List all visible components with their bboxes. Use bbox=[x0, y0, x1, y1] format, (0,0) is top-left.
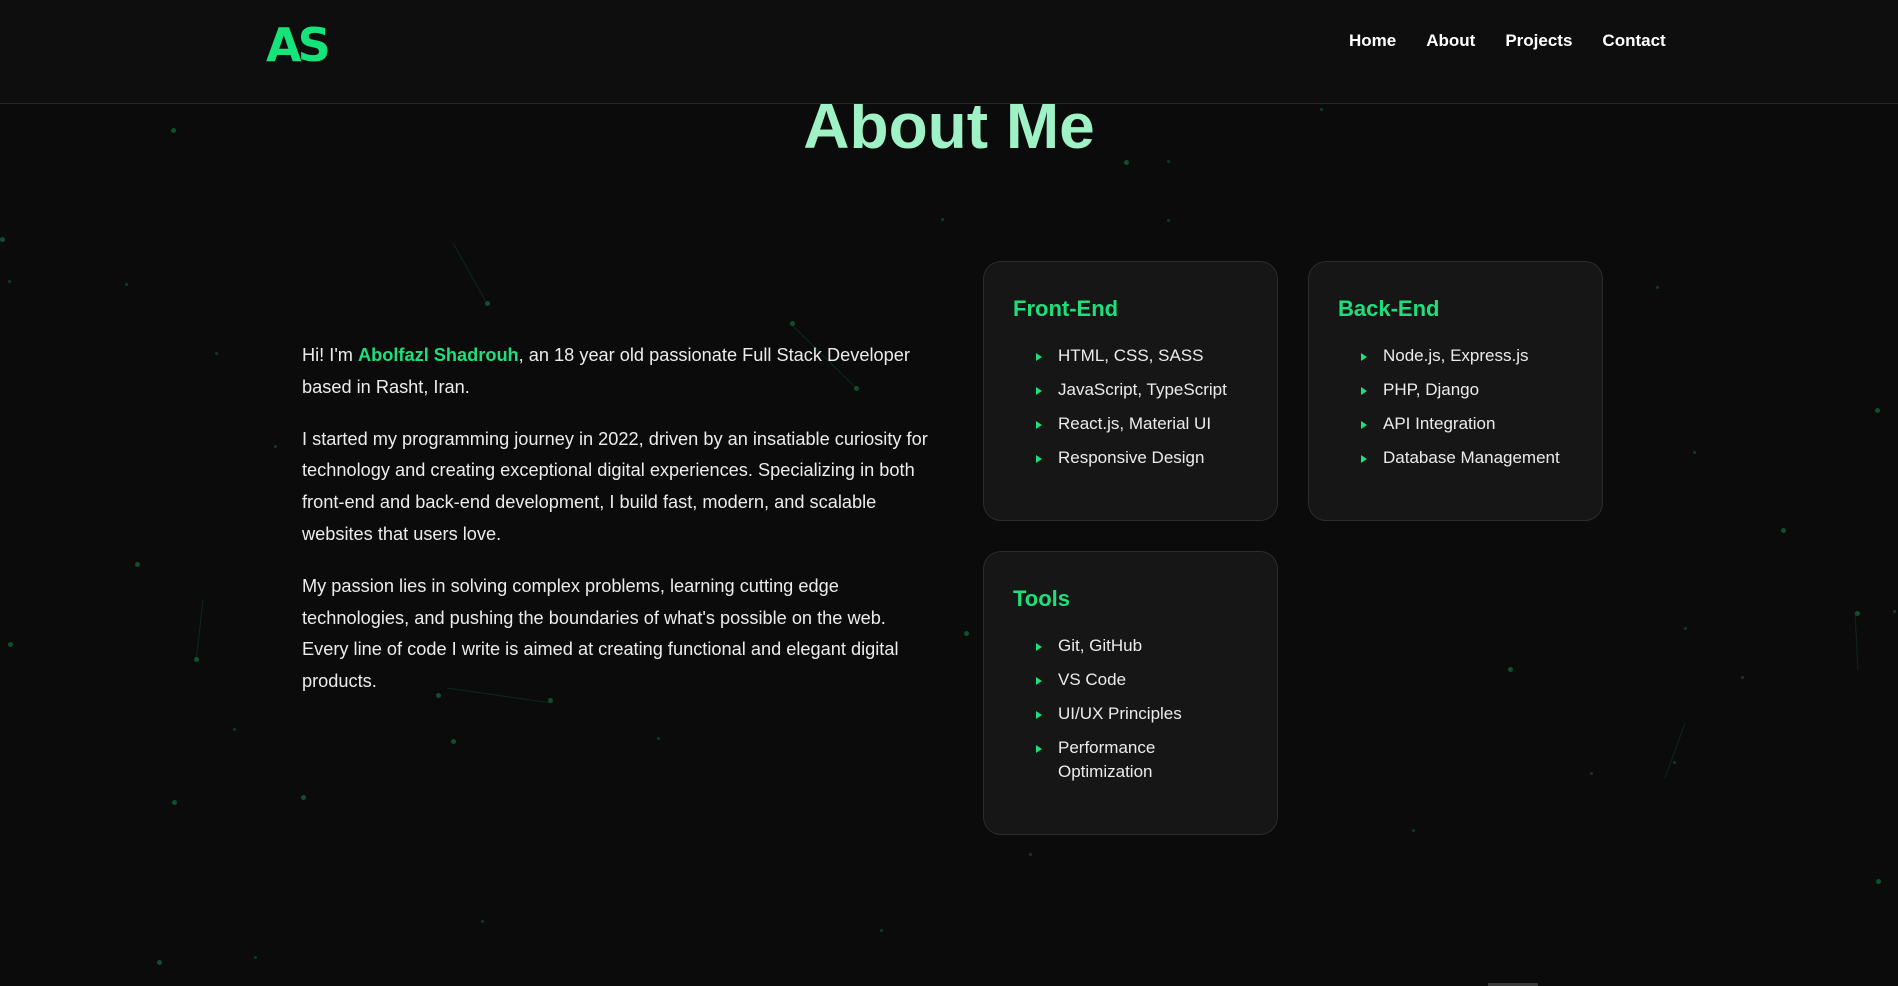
particle bbox=[301, 795, 306, 800]
particle bbox=[1029, 853, 1032, 856]
particle bbox=[1855, 611, 1860, 616]
skill-item-label: Node.js, Express.js bbox=[1383, 346, 1529, 365]
particle bbox=[8, 280, 11, 283]
particle bbox=[481, 920, 484, 923]
bullet-icon bbox=[1036, 643, 1042, 651]
page: AS Home About Projects Contact About Me … bbox=[0, 0, 1898, 986]
skill-item-label: PHP, Django bbox=[1383, 380, 1480, 399]
skill-item-label: API Integration bbox=[1383, 414, 1496, 433]
skill-card-backend: Back-End Node.js, Express.js PHP, Django… bbox=[1308, 261, 1603, 521]
nav-about-link[interactable]: About bbox=[1426, 30, 1475, 52]
bullet-icon bbox=[1036, 421, 1042, 429]
particle bbox=[194, 657, 199, 662]
skill-item-label: React.js, Material UI bbox=[1058, 414, 1212, 433]
skill-item: React.js, Material UI bbox=[1036, 412, 1256, 436]
bullet-icon bbox=[1036, 745, 1042, 753]
particle bbox=[657, 737, 660, 740]
skill-item: VS Code bbox=[1036, 668, 1206, 692]
particle bbox=[233, 728, 236, 731]
bullet-icon bbox=[1036, 387, 1042, 395]
particle bbox=[1741, 676, 1744, 679]
particle bbox=[964, 631, 969, 636]
skill-item-label: Git, GitHub bbox=[1058, 636, 1143, 655]
particle bbox=[1781, 528, 1786, 533]
skill-item: UI/UX Principles bbox=[1036, 702, 1206, 726]
skill-card-tools: Tools Git, GitHub VS Code UI/UX Principl… bbox=[983, 551, 1278, 835]
particle bbox=[0, 237, 5, 242]
skill-item: Node.js, Express.js bbox=[1361, 344, 1581, 368]
bullet-icon bbox=[1036, 711, 1042, 719]
particle bbox=[274, 445, 277, 448]
bio: Hi! I'm Abolfazl Shadrouh, an 18 year ol… bbox=[302, 340, 932, 718]
logo[interactable]: AS bbox=[266, 18, 331, 72]
particle bbox=[8, 642, 13, 647]
main-nav: Home About Projects Contact bbox=[1349, 30, 1666, 52]
particle bbox=[215, 352, 218, 355]
skill-item-label: Performance Optimization bbox=[1058, 738, 1156, 781]
skill-item-label: HTML, CSS, SASS bbox=[1058, 346, 1204, 365]
skill-item: HTML, CSS, SASS bbox=[1036, 344, 1256, 368]
particle bbox=[1875, 408, 1880, 413]
particle bbox=[1412, 829, 1415, 832]
particle bbox=[1590, 772, 1593, 775]
skill-item-label: JavaScript, TypeScript bbox=[1058, 380, 1227, 399]
skill-item: API Integration bbox=[1361, 412, 1581, 436]
bio-intro-prefix: Hi! I'm bbox=[302, 345, 359, 365]
skill-item: Responsive Design bbox=[1036, 446, 1256, 470]
skill-item: Database Management bbox=[1361, 446, 1581, 470]
bio-paragraph-2: I started my programming journey in 2022… bbox=[302, 428, 928, 544]
skill-card-frontend: Front-End HTML, CSS, SASS JavaScript, Ty… bbox=[983, 261, 1278, 521]
bio-name: Abolfazl Shadrouh bbox=[358, 345, 519, 365]
particle bbox=[485, 301, 490, 306]
skill-list: HTML, CSS, SASS JavaScript, TypeScript R… bbox=[1036, 344, 1256, 480]
particle bbox=[1684, 627, 1687, 630]
skill-item-label: Database Management bbox=[1383, 448, 1560, 467]
skill-item: Performance Optimization bbox=[1036, 736, 1206, 784]
particle bbox=[172, 800, 177, 805]
particle bbox=[941, 218, 944, 221]
skill-list: Node.js, Express.js PHP, Django API Inte… bbox=[1361, 344, 1581, 480]
skill-item: PHP, Django bbox=[1361, 378, 1581, 402]
particle bbox=[790, 321, 795, 326]
bullet-icon bbox=[1361, 353, 1367, 361]
skill-card-title: Back-End bbox=[1338, 296, 1440, 321]
particle bbox=[1167, 219, 1170, 222]
particle bbox=[451, 739, 456, 744]
bullet-icon bbox=[1361, 455, 1367, 463]
skill-item: Git, GitHub bbox=[1036, 634, 1206, 658]
particle bbox=[1893, 610, 1896, 613]
skill-item: JavaScript, TypeScript bbox=[1036, 378, 1256, 402]
nav-projects-link[interactable]: Projects bbox=[1505, 30, 1572, 52]
skill-item-label: Responsive Design bbox=[1058, 448, 1205, 467]
skill-item-label: UI/UX Principles bbox=[1058, 704, 1182, 723]
bio-paragraph-3: My passion lies in solving complex probl… bbox=[302, 575, 899, 692]
particle bbox=[880, 929, 883, 932]
skill-list: Git, GitHub VS Code UI/UX Principles Per… bbox=[1036, 634, 1206, 794]
skill-item-label: VS Code bbox=[1058, 670, 1127, 689]
particle bbox=[157, 960, 162, 965]
nav-home-link[interactable]: Home bbox=[1349, 30, 1396, 52]
bullet-icon bbox=[1036, 353, 1042, 361]
particle bbox=[254, 956, 257, 959]
particle bbox=[1693, 451, 1696, 454]
site-header: AS Home About Projects Contact bbox=[0, 0, 1898, 104]
particle bbox=[1876, 879, 1881, 884]
skill-card-title: Tools bbox=[1013, 586, 1071, 611]
particle bbox=[125, 283, 128, 286]
particle bbox=[135, 562, 140, 567]
skill-card-title: Front-End bbox=[1013, 296, 1119, 321]
bullet-icon bbox=[1036, 677, 1042, 685]
particle bbox=[1508, 667, 1513, 672]
particle bbox=[1673, 761, 1676, 764]
bullet-icon bbox=[1361, 421, 1367, 429]
bullet-icon bbox=[1036, 455, 1042, 463]
bullet-icon bbox=[1361, 387, 1367, 395]
bio-intro: Hi! I'm Abolfazl Shadrouh, an 18 year ol… bbox=[302, 340, 932, 404]
particle bbox=[1656, 286, 1659, 289]
nav-contact-link[interactable]: Contact bbox=[1602, 30, 1665, 52]
